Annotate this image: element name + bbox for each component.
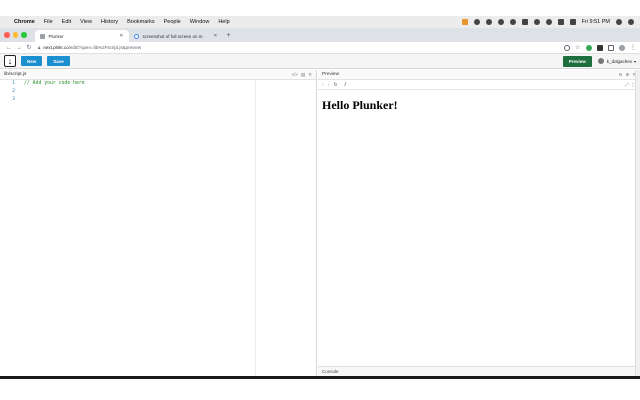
- address-bar[interactable]: 🔒︎ next.plnkr.co /edit/?open=lib%2Fscrip…: [38, 43, 556, 52]
- new-button[interactable]: New: [21, 56, 43, 66]
- code-lines: // Add your code here: [24, 80, 85, 104]
- fullscreen-window-icon[interactable]: [21, 32, 27, 38]
- bookmark-star-icon[interactable]: ☆: [575, 45, 581, 51]
- status-icons: Fri 9:51 PM: [461, 19, 634, 25]
- menu-people[interactable]: People: [164, 19, 181, 25]
- chrome-menu-icon[interactable]: ⋮: [630, 44, 636, 51]
- preview-pane: Preview ⊖ ⊕ ✕ ‹ › ↻ / ⤢ ▢ Hello Plunker!…: [318, 70, 640, 376]
- back-icon[interactable]: ←: [4, 45, 14, 51]
- close-window-icon[interactable]: [4, 32, 10, 38]
- code-editor[interactable]: 1 2 3 // Add your code here: [0, 80, 316, 376]
- header-right: Preview k_dolgachev ▾: [562, 55, 636, 67]
- code-line: // Add your code here: [24, 81, 85, 86]
- close-tab-icon[interactable]: ✕: [213, 33, 217, 39]
- preview-header: Preview ⊖ ⊕ ✕: [318, 70, 640, 80]
- preview-path[interactable]: /: [345, 82, 346, 88]
- editor-pane: lib/script.js </> ▤ ✕ 1 2 3 // Add your …: [0, 70, 317, 376]
- window-controls: [4, 28, 27, 42]
- menu-bookmarks[interactable]: Bookmarks: [127, 19, 155, 25]
- avatar: [597, 58, 604, 64]
- sync-icon[interactable]: [473, 19, 480, 25]
- console-bar[interactable]: Console: [318, 366, 640, 376]
- lock-icon[interactable]: 🔒︎: [38, 45, 40, 50]
- menu-clock[interactable]: Fri 9:51 PM: [582, 19, 610, 25]
- line-number: 1: [12, 81, 15, 86]
- menu-file[interactable]: File: [44, 19, 53, 25]
- preview-title: Preview: [322, 72, 340, 77]
- preview-actions: ⊖ ⊕ ✕: [619, 72, 636, 78]
- username: k_dolgachev: [606, 58, 632, 64]
- close-tab-icon[interactable]: ✕: [119, 33, 123, 39]
- split-icon[interactable]: ▤: [301, 72, 305, 78]
- browser-toolbar: ← → ↻ 🔒︎ next.plnkr.co /edit/?open=lib%2…: [0, 42, 640, 54]
- preview-back-icon[interactable]: ‹: [322, 82, 324, 88]
- tab-title: Plunker: [48, 33, 64, 39]
- preview-nav: ‹ › ↻ / ⤢ ▢: [318, 80, 640, 90]
- console-label: Console: [322, 369, 339, 374]
- extension-icon[interactable]: [461, 19, 468, 25]
- menu-help[interactable]: Help: [218, 19, 229, 25]
- menu-history[interactable]: History: [101, 19, 118, 25]
- line-number: 2: [12, 89, 15, 94]
- menu-app-name[interactable]: Chrome: [14, 19, 35, 25]
- minimize-window-icon[interactable]: [12, 32, 18, 38]
- close-icon[interactable]: ✕: [308, 72, 312, 78]
- display-icon[interactable]: [521, 19, 528, 25]
- spotlight-icon[interactable]: [616, 19, 622, 25]
- new-tab-icon[interactable]: +: [227, 30, 231, 42]
- editor-actions: </> ▤ ✕: [291, 72, 312, 78]
- menu-window[interactable]: Window: [190, 19, 210, 25]
- menu-view[interactable]: View: [80, 19, 92, 25]
- preview-forward-icon[interactable]: ›: [328, 82, 330, 88]
- user-menu[interactable]: k_dolgachev ▾: [597, 58, 636, 64]
- url-path: /edit/?open=lib%2Fscript.js&preview: [68, 45, 142, 50]
- dock-edge: [0, 376, 640, 379]
- browser-tab-google[interactable]: screenshot of full screen on m ✕: [129, 30, 223, 42]
- side-panel-edge: [635, 70, 640, 376]
- profile-avatar-icon[interactable]: [619, 44, 625, 51]
- print-margin: [255, 80, 256, 376]
- plunker-logo-icon[interactable]: ↓: [4, 55, 16, 67]
- url-host: next.plnkr.co: [43, 45, 69, 50]
- preview-button[interactable]: Preview: [562, 55, 592, 67]
- preview-refresh-icon[interactable]: ↻: [333, 82, 337, 88]
- chevron-down-icon: ▾: [633, 58, 636, 64]
- settings-icon[interactable]: [485, 19, 492, 25]
- plunker-header: ↓ New Save Preview k_dolgachev ▾: [0, 54, 640, 69]
- expand-icon[interactable]: ⤢: [625, 82, 629, 88]
- menu-edit[interactable]: Edit: [62, 19, 71, 25]
- preview-frame[interactable]: Hello Plunker!: [318, 90, 640, 364]
- reload-icon[interactable]: ↻: [24, 44, 34, 51]
- macos-menu-bar: Chrome File Edit View History Bookmarks …: [0, 16, 640, 28]
- preview-heading: Hello Plunker!: [322, 98, 398, 112]
- extension-green-icon[interactable]: [586, 44, 592, 51]
- flag-icon[interactable]: [557, 19, 564, 25]
- browser-tab-plunker[interactable]: Plunker ✕: [34, 30, 129, 42]
- line-number: 3: [12, 97, 15, 102]
- editor-header: lib/script.js </> ▤ ✕: [0, 70, 316, 80]
- notification-center-icon[interactable]: [628, 19, 634, 25]
- google-favicon-icon: [133, 33, 139, 39]
- zoom-in-icon[interactable]: ⊕: [625, 72, 629, 78]
- extension-dark-icon[interactable]: [597, 44, 603, 51]
- editor-filename: lib/script.js: [4, 72, 27, 77]
- extension-square-icon[interactable]: [608, 44, 614, 51]
- code-view-icon[interactable]: </>: [291, 72, 298, 78]
- plunker-favicon-icon: [39, 33, 45, 39]
- wifi-icon[interactable]: [533, 19, 540, 25]
- line-number-gutter: 1 2 3: [0, 80, 17, 376]
- tab-title: screenshot of full screen on m: [142, 33, 203, 39]
- record-icon[interactable]: [497, 19, 504, 25]
- clock-icon[interactable]: [509, 19, 516, 25]
- battery-icon[interactable]: [569, 19, 576, 25]
- forward-icon[interactable]: →: [14, 45, 24, 51]
- zoom-icon[interactable]: [564, 44, 570, 51]
- volume-icon[interactable]: [545, 19, 552, 25]
- toolbar-actions: ☆ ⋮: [564, 44, 636, 51]
- zoom-out-icon[interactable]: ⊖: [619, 72, 623, 78]
- browser-tab-strip: Plunker ✕ screenshot of full screen on m…: [0, 28, 640, 42]
- save-button[interactable]: Save: [47, 56, 70, 66]
